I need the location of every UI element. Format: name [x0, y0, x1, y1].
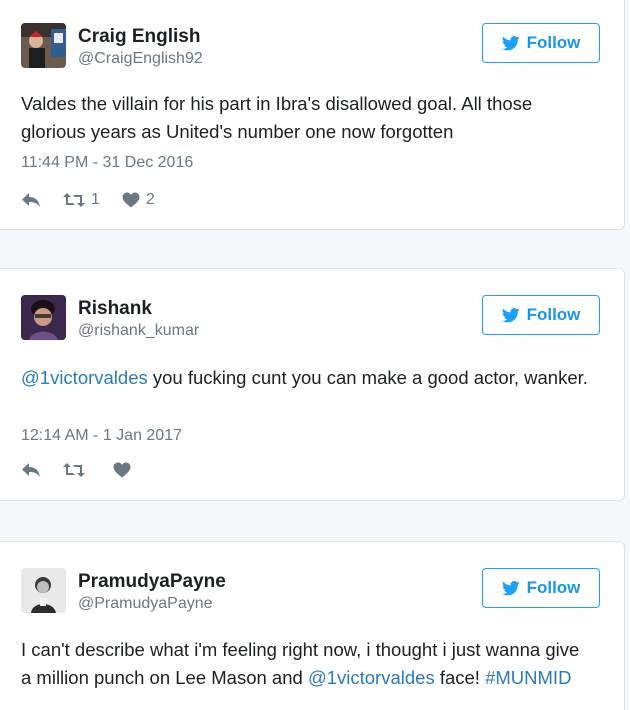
- follow-label: Follow: [526, 33, 581, 52]
- reply-button[interactable]: [21, 462, 41, 478]
- user-handle[interactable]: @rishank_kumar: [78, 322, 199, 340]
- retweet-icon: [63, 463, 85, 477]
- mention-link[interactable]: @1victorvaldes: [308, 667, 435, 688]
- tweet-text: @1victorvaldes you fucking cunt you can …: [21, 364, 594, 392]
- tweet-timestamp[interactable]: 12:14 AM - 1 Jan 2017: [21, 427, 182, 445]
- tweet-actions: [21, 459, 159, 481]
- tweet-card: Rishank @rishank_kumar Follow @1victorva…: [0, 268, 625, 501]
- display-name[interactable]: PramudyaPayne: [78, 571, 226, 593]
- tweet-actions: 1 2: [21, 189, 177, 211]
- tweet-header: Craig English @CraigEnglish92 Follow: [21, 23, 600, 73]
- retweet-button[interactable]: [63, 462, 91, 478]
- tweet-feed: Craig English @CraigEnglish92 Follow Val…: [0, 0, 630, 710]
- like-button[interactable]: [113, 462, 137, 478]
- retweet-icon: [63, 193, 85, 207]
- tweet-header: Rishank @rishank_kumar Follow: [21, 295, 600, 345]
- tweet-text-segment: Valdes the villain for his part in Ibra'…: [21, 93, 533, 142]
- follow-label: Follow: [526, 578, 581, 597]
- bird-icon: [501, 580, 520, 595]
- retweet-count: 1: [91, 191, 100, 208]
- bird-icon: [501, 307, 520, 322]
- tweet-timestamp[interactable]: 11:44 PM - 31 Dec 2016: [21, 154, 193, 172]
- follow-button[interactable]: Follow: [482, 23, 600, 63]
- tweet-card: Craig English @CraigEnglish92 Follow Val…: [0, 0, 625, 230]
- heart-icon: [113, 462, 131, 478]
- tweet-header: PramudyaPayne @PramudyaPayne Follow: [21, 568, 600, 618]
- user-handle[interactable]: @CraigEnglish92: [78, 50, 203, 68]
- tweet-card: PramudyaPayne @PramudyaPayne Follow I ca…: [0, 541, 625, 710]
- hashtag-link[interactable]: #MUNMID: [485, 667, 571, 688]
- tweet-text: Valdes the villain for his part in Ibra'…: [21, 90, 594, 146]
- display-name[interactable]: Craig English: [78, 26, 200, 48]
- tweet-text-segment: you fucking cunt you can make a good act…: [147, 367, 588, 388]
- avatar[interactable]: [21, 295, 66, 340]
- mention-link[interactable]: @1victorvaldes: [21, 367, 148, 388]
- tweet-text: I can't describe what i'm feeling right …: [21, 636, 594, 692]
- tweet-text-segment: face!: [434, 667, 486, 688]
- reply-icon: [22, 463, 40, 477]
- reply-button[interactable]: [21, 192, 41, 208]
- user-handle[interactable]: @PramudyaPayne: [78, 595, 213, 613]
- follow-label: Follow: [526, 305, 581, 324]
- follow-button[interactable]: Follow: [482, 295, 600, 335]
- heart-icon: [122, 192, 140, 208]
- reply-icon: [22, 193, 40, 207]
- avatar[interactable]: [21, 23, 66, 68]
- avatar[interactable]: [21, 568, 66, 613]
- like-button[interactable]: 2: [122, 191, 155, 209]
- retweet-button[interactable]: 1: [63, 191, 100, 209]
- display-name[interactable]: Rishank: [78, 298, 152, 320]
- like-count: 2: [145, 191, 155, 208]
- bird-icon: [501, 35, 520, 50]
- follow-button[interactable]: Follow: [482, 568, 600, 608]
